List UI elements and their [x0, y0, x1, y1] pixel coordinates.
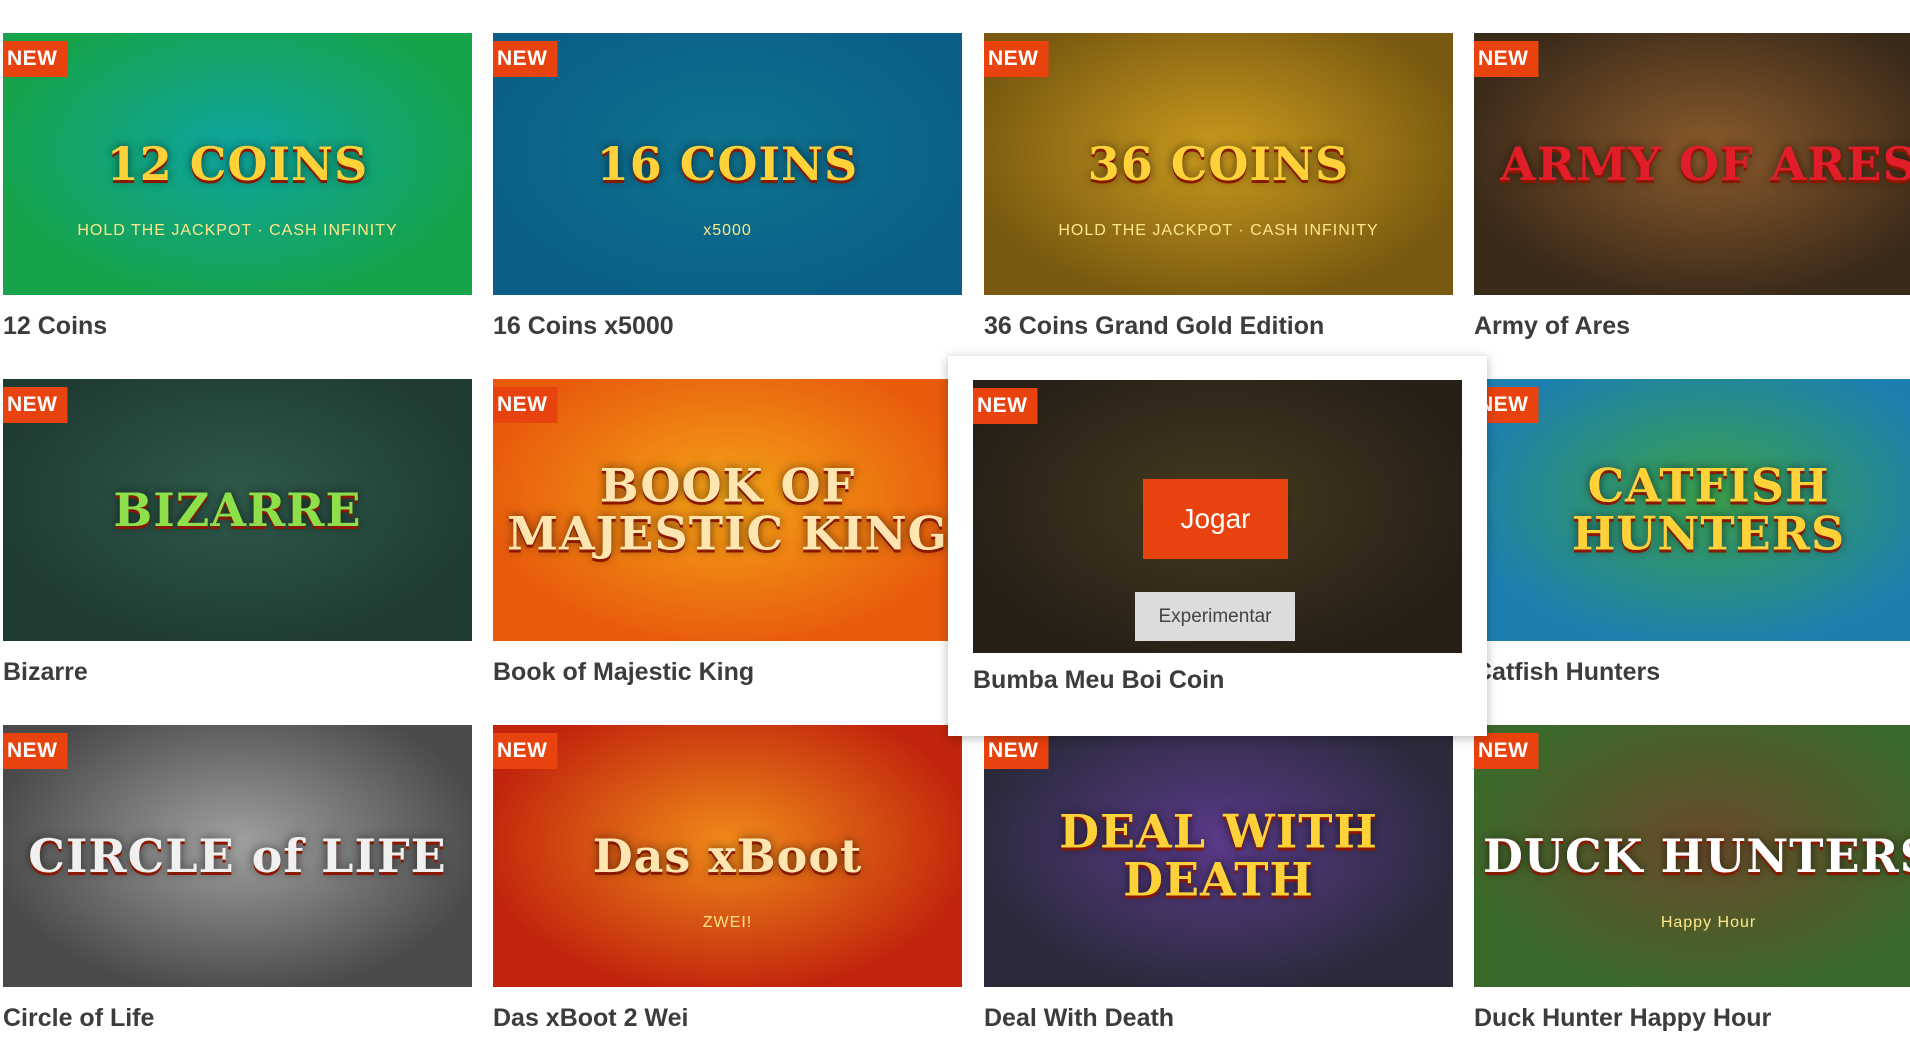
game-title[interactable]: Bumba Meu Boi Coin: [973, 666, 1224, 695]
new-badge: NEW: [493, 387, 558, 423]
play-button[interactable]: Jogar: [1143, 479, 1288, 559]
game-thumbnail[interactable]: DUCK HUNTERS Happy Hour NEW: [1474, 725, 1910, 987]
new-badge: NEW: [3, 733, 68, 769]
game-thumbnail[interactable]: BIZARRE NEW: [3, 379, 472, 641]
game-logo: CATFISH HUNTERS: [1571, 458, 1846, 561]
game-card[interactable]: 12 COINS HOLD THE JACKPOT · CASH INFINITY…: [3, 33, 472, 341]
game-thumbnail[interactable]: CIRCLE of LIFE NEW: [3, 725, 472, 987]
game-title[interactable]: Circle of Life: [3, 1004, 472, 1033]
game-card[interactable]: 16 COINS x5000 NEW 16 Coins x5000: [493, 33, 962, 341]
game-title[interactable]: Army of Ares: [1474, 312, 1910, 341]
game-card[interactable]: DUCK HUNTERS Happy Hour NEW Duck Hunter Hap…: [1474, 725, 1910, 1033]
game-title[interactable]: Deal With Death: [984, 1004, 1453, 1033]
game-logo: BIZARRE: [113, 482, 362, 537]
game-title[interactable]: Catfish Hunters: [1474, 658, 1910, 687]
new-badge: NEW: [984, 733, 1049, 769]
new-badge: NEW: [973, 388, 1038, 424]
game-title[interactable]: Bizarre: [3, 658, 472, 687]
game-thumbnail[interactable]: 36 COINS HOLD THE JACKPOT · CASH INFINITY…: [984, 33, 1453, 295]
game-card[interactable]: BOOK OF MAJESTIC KING NEW Book of Majestic…: [493, 379, 962, 687]
game-thumbnail[interactable]: 16 COINS x5000 NEW: [493, 33, 962, 295]
game-card[interactable]: Das xBoot ZWEI! NEW Das xBoot 2 Wei: [493, 725, 962, 1033]
game-title[interactable]: 36 Coins Grand Gold Edition: [984, 312, 1453, 341]
game-thumbnail[interactable]: BOOK OF MAJESTIC KING NEW: [493, 379, 962, 641]
game-logo: BOOK OF MAJESTIC KING: [507, 458, 948, 561]
game-card[interactable]: ARMY OF ARES NEW Army of Ares: [1474, 33, 1910, 341]
game-card[interactable]: BIZARRE NEW Bizarre: [3, 379, 472, 687]
game-card[interactable]: CIRCLE of LIFE NEW Circle of Life: [3, 725, 472, 1033]
game-logo: CIRCLE of LIFE: [28, 828, 447, 883]
game-card-hovered[interactable]: COIN NEW Jogar Experimentar Bumba Meu Bo…: [948, 356, 1487, 736]
game-title[interactable]: Duck Hunter Happy Hour: [1474, 1004, 1910, 1033]
game-logo-subtitle: Happy Hour: [1660, 914, 1757, 932]
game-title[interactable]: Book of Majestic King: [493, 658, 962, 687]
game-card[interactable]: CATFISH HUNTERS NEW Catfish Hunters: [1474, 379, 1910, 687]
game-logo-subtitle: HOLD THE JACKPOT · CASH INFINITY: [77, 222, 398, 240]
game-thumbnail[interactable]: Das xBoot ZWEI! NEW: [493, 725, 962, 987]
game-logo: 16 COINS: [596, 136, 859, 191]
new-badge: NEW: [493, 733, 558, 769]
new-badge: NEW: [3, 41, 68, 77]
game-logo-subtitle: HOLD THE JACKPOT · CASH INFINITY: [1058, 222, 1379, 240]
game-card[interactable]: 36 COINS HOLD THE JACKPOT · CASH INFINITY…: [984, 33, 1453, 341]
game-title[interactable]: 16 Coins x5000: [493, 312, 962, 341]
new-badge: NEW: [1474, 41, 1539, 77]
new-badge: NEW: [493, 41, 558, 77]
game-logo: Das xBoot: [592, 828, 863, 883]
game-thumbnail[interactable]: DEAL WITH DEATH NEW: [984, 725, 1453, 987]
try-demo-button[interactable]: Experimentar: [1135, 592, 1295, 641]
game-thumbnail[interactable]: CATFISH HUNTERS NEW: [1474, 379, 1910, 641]
game-thumbnail[interactable]: ARMY OF ARES NEW: [1474, 33, 1910, 295]
game-title[interactable]: 12 Coins: [3, 312, 472, 341]
new-badge: NEW: [1474, 733, 1539, 769]
game-logo: 36 COINS: [1087, 136, 1350, 191]
game-title[interactable]: Das xBoot 2 Wei: [493, 1004, 962, 1033]
new-badge: NEW: [984, 41, 1049, 77]
game-thumbnail[interactable]: COIN NEW Jogar Experimentar: [973, 380, 1462, 653]
game-logo: DEAL WITH DEATH: [1059, 804, 1378, 907]
new-badge: NEW: [3, 387, 68, 423]
game-card[interactable]: DEAL WITH DEATH NEW Deal With Death: [984, 725, 1453, 1033]
game-logo-subtitle: ZWEI!: [702, 914, 753, 932]
game-thumbnail[interactable]: 12 COINS HOLD THE JACKPOT · CASH INFINITY…: [3, 33, 472, 295]
game-logo-subtitle: x5000: [703, 222, 752, 240]
game-logo: 12 COINS: [106, 136, 369, 191]
game-logo: DUCK HUNTERS: [1483, 828, 1910, 883]
game-logo: ARMY OF ARES: [1500, 136, 1910, 191]
